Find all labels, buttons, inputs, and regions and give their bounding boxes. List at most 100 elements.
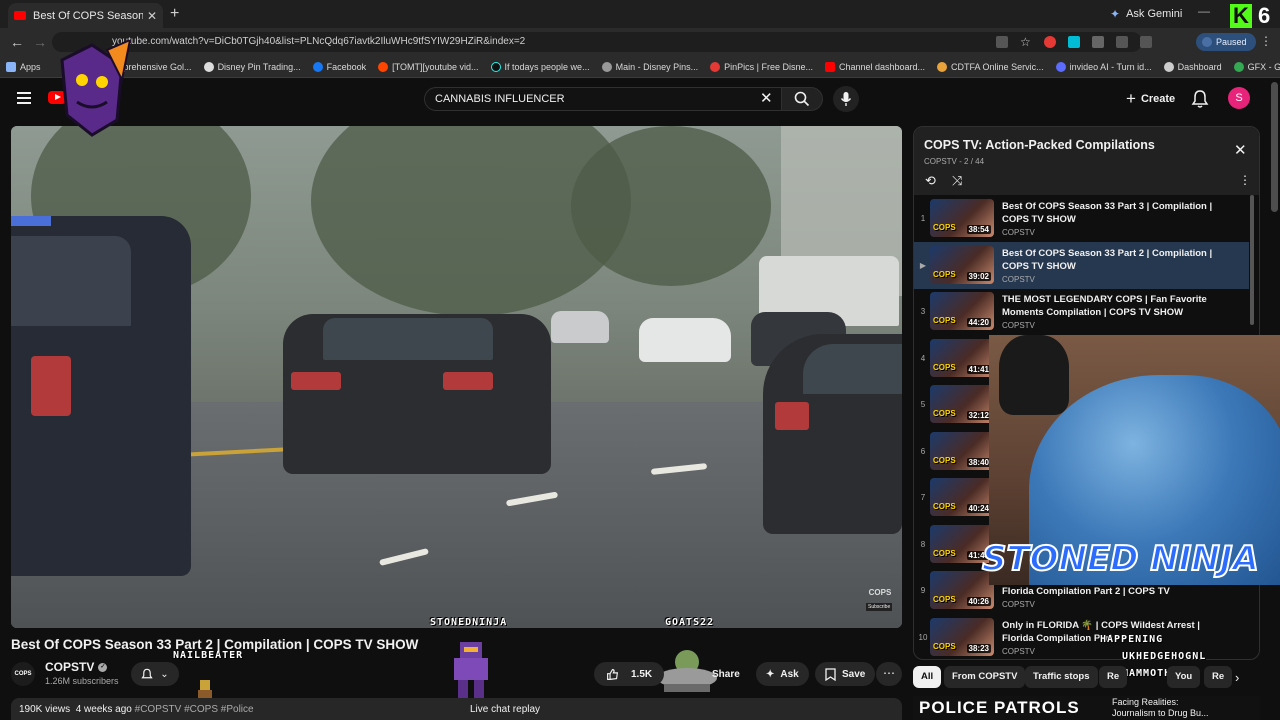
- playlist-item-thumbnail[interactable]: COPS 39:02: [930, 245, 994, 284]
- subscription-bell-button[interactable]: ⌄: [131, 662, 179, 686]
- like-button[interactable]: 1.5K: [594, 662, 665, 686]
- search-button[interactable]: [781, 87, 823, 111]
- playlist-item[interactable]: ▶ COPS 39:02 Best Of COPS Season 33 Part 2 …: [914, 241, 1249, 289]
- browser-tab[interactable]: Best Of COPS Season 33 Pa ✕: [8, 3, 163, 28]
- forward-icon[interactable]: →: [33, 34, 47, 50]
- pinpics-icon: [710, 61, 721, 72]
- back-icon[interactable]: ←: [10, 34, 24, 50]
- shuffle-playlist-icon[interactable]: ⤨: [952, 173, 962, 189]
- hashtags[interactable]: #COPSTV #COPS #Police: [135, 704, 254, 715]
- ask-label: Ask: [780, 668, 799, 680]
- channel-avatar[interactable]: COPS: [11, 662, 35, 686]
- playlist-item-title[interactable]: Best Of COPS Season 33 Part 2 | Compilat…: [1002, 247, 1222, 273]
- bookmark-cdtfa[interactable]: CDTFA Online Servic...: [931, 61, 1050, 72]
- ask-gemini-button[interactable]: ✦ Ask Gemini: [1102, 5, 1190, 23]
- playlist-item[interactable]: 1 COPS 38:54 Best Of COPS Season 33 Part 3 …: [914, 195, 1249, 242]
- watermark-subscribe[interactable]: Subscribe: [866, 603, 893, 611]
- police-light: [11, 216, 51, 226]
- bookmark-star-icon[interactable]: ☆: [1020, 36, 1032, 48]
- bookmark-invideo[interactable]: invideo AI - Turn id...: [1050, 61, 1158, 72]
- install-icon[interactable]: [996, 36, 1008, 48]
- playlist-item-thumbnail[interactable]: COPS 38:54: [930, 199, 994, 237]
- playlist-title[interactable]: COPS TV: Action-Packed Compilations: [924, 138, 1155, 152]
- playlist-channel[interactable]: COPSTV: [924, 157, 957, 166]
- playlist-item[interactable]: 3 COPS 44:20 THE MOST LEGENDARY COPS | Fan …: [914, 288, 1249, 335]
- video-player[interactable]: COPS Subscribe: [11, 126, 902, 628]
- minimize-icon[interactable]: —: [1198, 4, 1210, 18]
- close-playlist-icon[interactable]: ✕: [1234, 141, 1247, 159]
- chip-all[interactable]: All: [913, 666, 942, 688]
- subscriber-count: 1.26M subscribers: [45, 676, 119, 686]
- description-box[interactable]: 190K views 4 weeks ago #COPSTV #COPS #Po…: [11, 698, 902, 720]
- extension-teal-icon[interactable]: [1068, 36, 1080, 48]
- playlist-item-duration: 32:12: [966, 411, 991, 420]
- police-patrols-text: POLICE PATROLS: [919, 698, 1080, 717]
- thumbnail-cops-logo: COPS: [933, 548, 956, 558]
- channel-name-link[interactable]: COPSTV ✓: [45, 660, 108, 674]
- bookmark-gfx-drive[interactable]: GFX - Google Drive: [1228, 61, 1280, 72]
- google-drive-icon: [1233, 61, 1244, 72]
- hamburger-menu-icon[interactable]: [17, 92, 31, 104]
- bookmark-dashboard[interactable]: Dashboard: [1158, 61, 1228, 72]
- extension-red-icon[interactable]: [1044, 36, 1056, 48]
- address-bar-row: ← → youtube.com/watch?v=DiCb0TGjh40&list…: [0, 28, 1280, 56]
- account-avatar[interactable]: S: [1228, 87, 1250, 109]
- bookmark-channel-dashboard[interactable]: Channel dashboard...: [819, 61, 931, 72]
- facebook-icon: [312, 61, 323, 72]
- browser-menu-icon[interactable]: ⋮: [1260, 34, 1272, 48]
- page-scrollbar[interactable]: [1271, 82, 1278, 212]
- create-button[interactable]: + Create: [1118, 87, 1183, 111]
- bookmark-facebook[interactable]: Facebook: [307, 61, 373, 72]
- police-patrols-banner[interactable]: POLICE PATROLS Facing Realities: Journal…: [913, 696, 1260, 720]
- bookmark-apps[interactable]: Apps: [0, 61, 47, 72]
- playlist-item-title[interactable]: THE MOST LEGENDARY COPS | Fan Favorite M…: [1002, 293, 1222, 319]
- bookmark-tiktok[interactable]: If todays people we...: [485, 61, 596, 72]
- playlist-item-thumbnail[interactable]: COPS 32:12: [930, 385, 994, 423]
- tab-search-icon[interactable]: [1116, 36, 1128, 48]
- chevron-right-icon[interactable]: ›: [1235, 670, 1239, 685]
- extensions-puzzle-icon[interactable]: [1092, 36, 1104, 48]
- thumbnail-cops-logo: COPS: [933, 223, 956, 232]
- save-button[interactable]: Save: [815, 662, 876, 686]
- playlist-item-thumbnail[interactable]: COPS 38:40: [930, 431, 994, 470]
- playlist-item-thumbnail[interactable]: COPS 41:41: [930, 338, 994, 377]
- bookmark-tomt[interactable]: [TOMT][youtube vid...: [372, 61, 484, 72]
- search-input[interactable]: CANNABIS INFLUENCER: [424, 87, 788, 111]
- browser-tabstrip: Best Of COPS Season 33 Pa ✕ + ✦ Ask Gemi…: [0, 0, 1280, 28]
- chip-traffic-stops[interactable]: Traffic stops: [1025, 666, 1098, 688]
- close-tab-icon[interactable]: ✕: [147, 9, 157, 23]
- profile-paused-button[interactable]: Paused: [1196, 33, 1256, 51]
- new-tab-icon[interactable]: +: [170, 5, 179, 23]
- playlist-item-thumbnail[interactable]: COPS 40:24: [930, 478, 994, 516]
- chip-related[interactable]: Re: [1099, 666, 1128, 688]
- stream-name-left: STONEDNINJA: [430, 617, 508, 628]
- chip-from-copstv[interactable]: From COPSTV: [944, 666, 1026, 688]
- more-actions-button[interactable]: ⋯: [876, 662, 902, 686]
- notifications-bell-icon[interactable]: [1191, 89, 1209, 109]
- tab-title: Best Of COPS Season 33 Pa: [33, 9, 143, 22]
- live-chat-replay-button[interactable]: Live chat replay: [470, 704, 540, 715]
- loop-playlist-icon[interactable]: ⟲: [925, 173, 936, 189]
- bookmark-pinpics[interactable]: PinPics | Free Disne...: [704, 61, 819, 72]
- media-icon[interactable]: [1140, 36, 1152, 48]
- video-infiniti-car: [283, 314, 551, 474]
- playlist-item-title[interactable]: Best Of COPS Season 33 Part 3 | Compilat…: [1002, 200, 1222, 226]
- bookmark-main-disney-pins[interactable]: Main - Disney Pins...: [596, 61, 705, 72]
- chip-for-you[interactable]: You: [1167, 666, 1201, 688]
- share-button[interactable]: Share: [690, 662, 750, 686]
- url-field[interactable]: youtube.com/watch?v=DiCb0TGjh40&list=PLN…: [52, 32, 1142, 52]
- chip-recent[interactable]: Re: [1204, 666, 1233, 688]
- cdtfa-icon: [937, 61, 948, 72]
- clear-search-icon[interactable]: ✕: [760, 89, 773, 107]
- voice-search-button[interactable]: [833, 86, 859, 112]
- playlist-item-thumbnail[interactable]: COPS 44:20: [930, 292, 994, 330]
- playlist-scrollbar[interactable]: [1250, 195, 1254, 325]
- spartan-sprite-icon: [454, 642, 488, 698]
- upload-age: 4 weeks ago: [75, 704, 132, 715]
- ask-button[interactable]: ✦ Ask: [756, 662, 809, 686]
- playlist-item-thumbnail[interactable]: COPS 38:23: [930, 617, 994, 656]
- bookmark-disney-pin-trading[interactable]: Disney Pin Trading...: [198, 61, 307, 72]
- playlist-menu-icon[interactable]: ⋮: [1239, 173, 1251, 187]
- site-icon: [601, 61, 612, 72]
- playlist-item-index: 1: [920, 214, 926, 223]
